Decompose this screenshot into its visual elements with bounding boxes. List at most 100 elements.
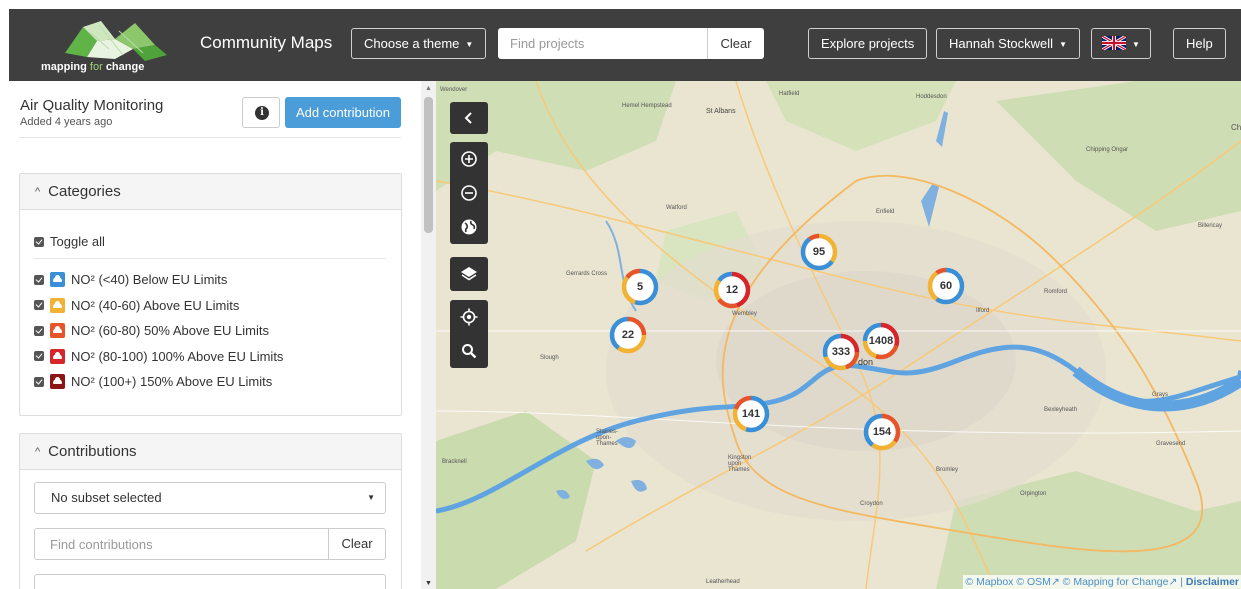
mfc-attribution-link[interactable]: © Mapping for Change xyxy=(1063,576,1169,588)
map-place-label: Ilford xyxy=(976,308,990,314)
map-cluster[interactable]: 141 xyxy=(731,394,771,434)
category-item[interactable]: NO² (100+) 150% Above EU Limits xyxy=(34,369,283,395)
category-label: NO² (80-100) 100% Above EU Limits xyxy=(71,348,284,364)
logo-text-mapping: mapping xyxy=(41,61,87,73)
scroll-up-arrow-icon[interactable]: ▲ xyxy=(425,85,432,92)
cluster-count: 141 xyxy=(741,408,761,420)
toggle-all-checkbox[interactable]: Toggle all xyxy=(34,234,105,249)
globe-icon xyxy=(461,219,477,235)
cluster-count: 1408 xyxy=(868,335,894,347)
divider xyxy=(34,258,386,259)
map-place-label: Grays xyxy=(1152,392,1169,398)
project-search-clear-button[interactable]: Clear xyxy=(707,28,764,59)
zoom-out-icon xyxy=(461,185,477,201)
cluster-count: 12 xyxy=(725,284,739,296)
osm-attribution-link[interactable]: © OSM xyxy=(1016,576,1051,588)
cluster-count: 333 xyxy=(831,346,851,358)
logo-map-icon xyxy=(65,21,167,61)
contributions-panel: ^ Contributions No subset selected ▼ Clea… xyxy=(19,433,402,589)
chevron-up-icon: ^ xyxy=(35,446,41,458)
project-info-button[interactable]: i xyxy=(242,97,280,128)
checkbox-checked-icon xyxy=(34,325,44,336)
checkbox-checked-icon xyxy=(34,274,44,285)
map-cluster[interactable]: 60 xyxy=(926,266,966,306)
zoom-in-button[interactable] xyxy=(450,142,488,176)
map-place-label: Croydon xyxy=(860,501,883,507)
user-menu-button[interactable]: Hannah Stockwell ▼ xyxy=(936,28,1080,59)
map-zoom-controls xyxy=(450,142,488,244)
map-cluster[interactable]: 333 xyxy=(821,332,861,372)
cluster-count: 95 xyxy=(812,246,826,258)
sidebar-scrollbar[interactable]: ▲ ▼ xyxy=(421,81,436,589)
scroll-thumb[interactable] xyxy=(424,97,433,233)
map-cluster[interactable]: 1408 xyxy=(861,321,901,361)
mapping-for-change-logo[interactable]: mapping for change xyxy=(35,19,175,79)
subset-select[interactable]: No subset selected ▼ xyxy=(34,482,386,514)
choose-theme-label: Choose a theme xyxy=(364,36,460,51)
logo-text-for: for xyxy=(89,61,103,73)
map-place-label: Bexleyheath xyxy=(1044,407,1078,413)
map-place-label: Kingston upon Thames xyxy=(728,455,752,473)
map-place-label: Staines-upon-Thames xyxy=(596,429,619,447)
map-tools xyxy=(450,300,488,368)
map-search-button[interactable] xyxy=(450,334,488,368)
choose-theme-button[interactable]: Choose a theme ▼ xyxy=(351,28,487,59)
chevron-up-icon: ^ xyxy=(35,186,41,198)
project-search-input[interactable] xyxy=(498,28,707,59)
map-attribution: © Mapbox © OSM↗ © Mapping for Change↗ | … xyxy=(963,575,1241,589)
full-extent-button[interactable] xyxy=(450,210,488,244)
map-place-label: Romford xyxy=(1044,289,1068,295)
map-view[interactable]: Wendover Hemel Hempstead St Albans Hatfi… xyxy=(436,81,1241,589)
mapbox-attribution-link[interactable]: © Mapbox xyxy=(965,576,1013,588)
category-item[interactable]: NO² (40-60) Above EU Limits xyxy=(34,293,283,319)
caret-down-icon: ▼ xyxy=(1132,40,1140,50)
map-place-label: Slough xyxy=(540,355,559,361)
logo-text: mapping for change xyxy=(41,61,144,73)
attribution-separator: | xyxy=(1180,576,1183,588)
category-label: NO² (40-60) Above EU Limits xyxy=(71,297,240,313)
map-place-label: Enfield xyxy=(876,209,895,215)
project-search: Clear xyxy=(498,28,764,59)
locate-button[interactable] xyxy=(450,300,488,334)
map-cluster[interactable]: 154 xyxy=(862,412,902,452)
contribution-list xyxy=(34,574,386,589)
map-cluster[interactable]: 22 xyxy=(608,315,648,355)
checkbox-checked-icon xyxy=(34,351,44,362)
map-place-label: Hoddesdon xyxy=(916,94,947,100)
map-place-label: Gravesend xyxy=(1156,441,1186,447)
contributions-panel-header[interactable]: ^ Contributions xyxy=(20,434,401,470)
map-place-label: Leatherhead xyxy=(706,579,740,585)
categories-panel-header[interactable]: ^ Categories xyxy=(20,174,401,210)
zoom-out-button[interactable] xyxy=(450,176,488,210)
add-contribution-button[interactable]: Add contribution xyxy=(285,97,401,128)
contribution-search-clear-button[interactable]: Clear xyxy=(328,529,385,559)
locate-icon xyxy=(460,308,478,326)
explore-projects-button[interactable]: Explore projects xyxy=(808,28,928,59)
user-name: Hannah Stockwell xyxy=(949,36,1054,51)
contribution-search-input[interactable] xyxy=(35,529,329,559)
checkbox-checked-icon xyxy=(34,237,44,247)
scroll-down-arrow-icon[interactable]: ▼ xyxy=(425,580,432,587)
category-item[interactable]: NO² (80-100) 100% Above EU Limits xyxy=(34,344,283,370)
chevron-left-icon xyxy=(450,102,488,134)
map-place-label: Chipping Ongar xyxy=(1086,147,1129,153)
cloud-icon xyxy=(50,348,65,364)
category-label: NO² (100+) 150% Above EU Limits xyxy=(71,374,273,390)
checkbox-checked-icon xyxy=(34,300,44,311)
categories-heading: Categories xyxy=(48,183,121,200)
brand-title[interactable]: Community Maps xyxy=(200,33,332,53)
collapse-panel-button[interactable] xyxy=(450,102,488,134)
map-place-label: Wendover xyxy=(440,87,468,93)
map-cluster[interactable]: 5 xyxy=(620,267,660,307)
category-item[interactable]: NO² (60-80) 50% Above EU Limits xyxy=(34,318,283,344)
layers-button[interactable] xyxy=(450,257,488,291)
caret-down-icon: ▼ xyxy=(1059,40,1067,50)
map-cluster[interactable]: 12 xyxy=(712,270,752,310)
disclaimer-link[interactable]: Disclaimer xyxy=(1186,576,1239,588)
divider xyxy=(19,137,401,138)
category-item[interactable]: NO² (<40) Below EU Limits xyxy=(34,267,283,293)
help-button[interactable]: Help xyxy=(1173,28,1226,59)
cloud-icon xyxy=(50,374,65,390)
language-menu-button[interactable]: ▼ xyxy=(1091,28,1151,59)
map-cluster[interactable]: 95 xyxy=(799,232,839,272)
